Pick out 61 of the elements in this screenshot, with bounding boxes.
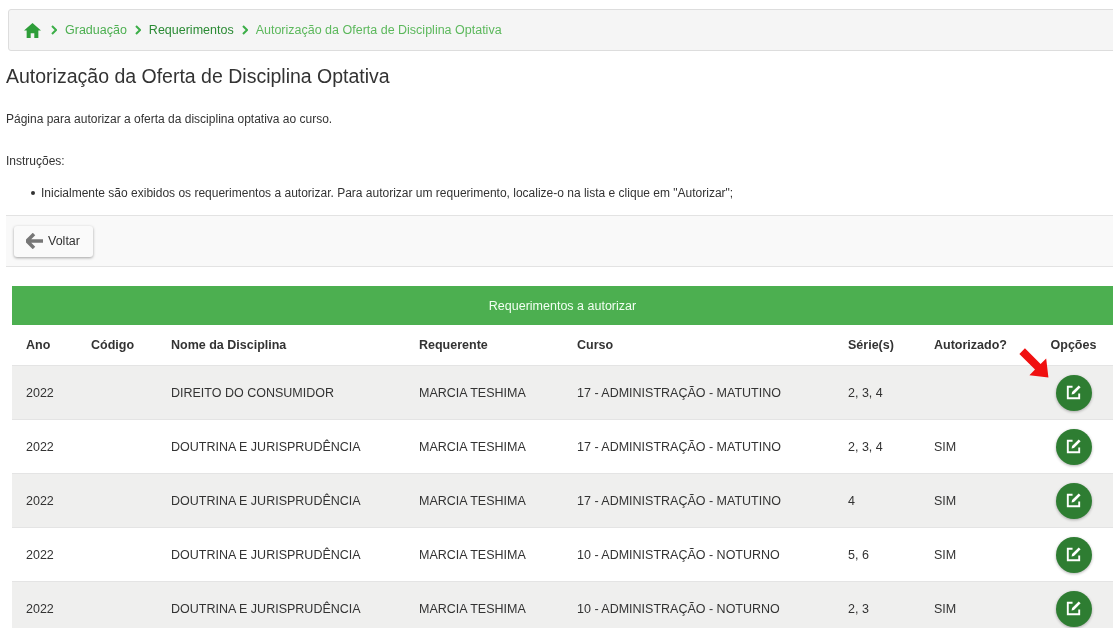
edit-icon <box>1064 599 1083 618</box>
table-cell-text: 2, 3, 4 <box>848 439 884 454</box>
column-header: Requerente <box>419 338 489 352</box>
table-cell-text: 10 - ADMINISTRAÇÃO - NOTURNO <box>577 547 781 562</box>
chevron-icon <box>134 25 141 35</box>
table-cell-text: DOUTRINA E JURISPRUDÊNCIA <box>171 439 362 454</box>
instruction-text: Inicialmente são exibidos os requerimentos a autorizar. Para autorizar um requerimento, localize-o na lista e clique em "Autorizar"; <box>41 186 734 200</box>
chevron-icon <box>51 25 57 35</box>
instructions-label: Instruções: <box>6 154 66 168</box>
edit-button[interactable] <box>1055 482 1092 519</box>
table-cell-text: SIM <box>934 439 958 454</box>
table-cell-text: 5, 6 <box>848 547 870 562</box>
breadcrumb-link[interactable]: Requerimentos <box>148 23 234 37</box>
table-cell-text: 10 - ADMINISTRAÇÃO - NOTURNO <box>577 601 781 616</box>
table-cell-text: 2, 3 <box>848 601 870 616</box>
breadcrumb-link[interactable]: Graduação <box>65 23 127 37</box>
column-header: Ano <box>26 338 52 352</box>
edit-button[interactable] <box>1055 536 1092 573</box>
table-cell-text: DOUTRINA E JURISPRUDÊNCIA <box>171 547 362 562</box>
table-cell-text: 17 - ADMINISTRAÇÃO - MATUTINO <box>577 439 782 454</box>
table-cell-text: 2022 <box>26 547 55 562</box>
chevron-icon <box>241 25 248 35</box>
table-cell-text: MARCIA TESHIMA <box>419 547 527 562</box>
table-cell-text: SIM <box>934 547 958 562</box>
table-cell-text: DIREITO DO CONSUMIDOR <box>171 385 335 400</box>
edit-icon <box>1064 545 1083 564</box>
table-cell-text: 2, 3, 4 <box>848 385 884 400</box>
column-header: Opções <box>1049 338 1098 352</box>
table-cell-text: 17 - ADMINISTRAÇÃO - MATUTINO <box>577 493 782 508</box>
column-header: Autorizado? <box>934 338 1008 352</box>
edit-button[interactable] <box>1055 590 1092 627</box>
table-cell-text: MARCIA TESHIMA <box>419 601 527 616</box>
column-header: Curso <box>577 338 615 352</box>
edit-button[interactable] <box>1055 374 1092 411</box>
page-description: Página para autorizar a oferta da disciplina optativa ao curso. <box>6 112 334 126</box>
table-cell-text: 2022 <box>26 601 55 616</box>
table-cell-text: SIM <box>934 601 958 616</box>
table-cell-text: SIM <box>934 493 958 508</box>
back-button[interactable]: Voltar <box>14 225 93 257</box>
bullet-icon <box>31 191 35 195</box>
table-cell-text: MARCIA TESHIMA <box>419 385 527 400</box>
page-title: Autorização da Oferta de Disciplina Optativa <box>6 65 391 88</box>
table-cell-text: 2022 <box>26 439 55 454</box>
edit-icon <box>1064 383 1083 402</box>
table-cell-text: DOUTRINA E JURISPRUDÊNCIA <box>171 601 362 616</box>
table-cell-text: 17 - ADMINISTRAÇÃO - MATUTINO <box>577 385 782 400</box>
table-cell-text: MARCIA TESHIMA <box>419 493 527 508</box>
table-cell-text: MARCIA TESHIMA <box>419 439 527 454</box>
home-icon[interactable] <box>24 22 41 38</box>
table-cell-text: 2022 <box>26 493 55 508</box>
table-cell-text: 2022 <box>26 385 55 400</box>
edit-button[interactable] <box>1055 428 1092 465</box>
left-arrow-icon <box>26 233 44 249</box>
edit-icon <box>1064 491 1083 510</box>
table-cell-text: 4 <box>848 493 856 508</box>
column-header: Série(s) <box>848 338 895 352</box>
table-cell-text: DOUTRINA E JURISPRUDÊNCIA <box>171 493 362 508</box>
edit-icon <box>1064 437 1083 456</box>
table-title: Requerimentos a autorizar <box>488 298 637 313</box>
column-header: Nome da Disciplina <box>171 338 288 352</box>
column-header: Código <box>91 338 136 352</box>
